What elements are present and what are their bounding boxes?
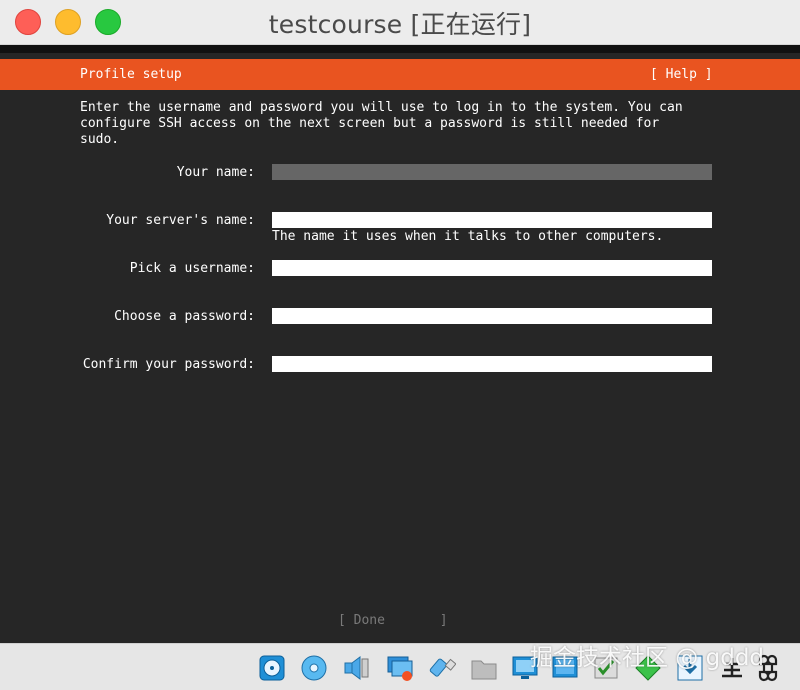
done-button[interactable]: [ Done ] [338, 613, 448, 628]
hard-disk-icon[interactable] [258, 654, 286, 682]
usb-icon[interactable] [428, 654, 456, 682]
your-name-input[interactable] [272, 164, 712, 180]
username-input[interactable] [272, 260, 712, 276]
confirm-password-label: Confirm your password: [82, 357, 255, 372]
optical-disk-icon[interactable] [300, 654, 328, 682]
installer-header: Profile setup [ Help ] [0, 59, 800, 90]
help-button[interactable]: [ Help ] [650, 67, 713, 82]
server-name-label: Your server's name: [106, 213, 255, 228]
confirm-password-input[interactable] [272, 356, 712, 372]
server-name-input[interactable] [272, 212, 712, 228]
watermark-text: 掘金技术社区 @ gddd [530, 645, 765, 671]
window-title: testcourse [正在运行] [268, 10, 532, 39]
audio-icon[interactable] [342, 654, 370, 682]
password-input[interactable] [272, 308, 712, 324]
username-label: Pick a username: [129, 261, 255, 276]
window-titlebar: testcourse [正在运行] [0, 0, 800, 45]
page-title: Profile setup [80, 67, 182, 82]
password-label: Choose a password: [114, 309, 255, 324]
your-name-label: Your name: [176, 165, 255, 180]
intro-text: Enter the username and password you will… [80, 100, 683, 147]
shared-folder-icon[interactable] [470, 654, 498, 682]
network-icon[interactable] [386, 654, 414, 682]
vm-screen[interactable]: Profile setup [ Help ] Enter the usernam… [0, 45, 800, 643]
server-name-hint: The name it uses when it talks to other … [272, 229, 664, 244]
